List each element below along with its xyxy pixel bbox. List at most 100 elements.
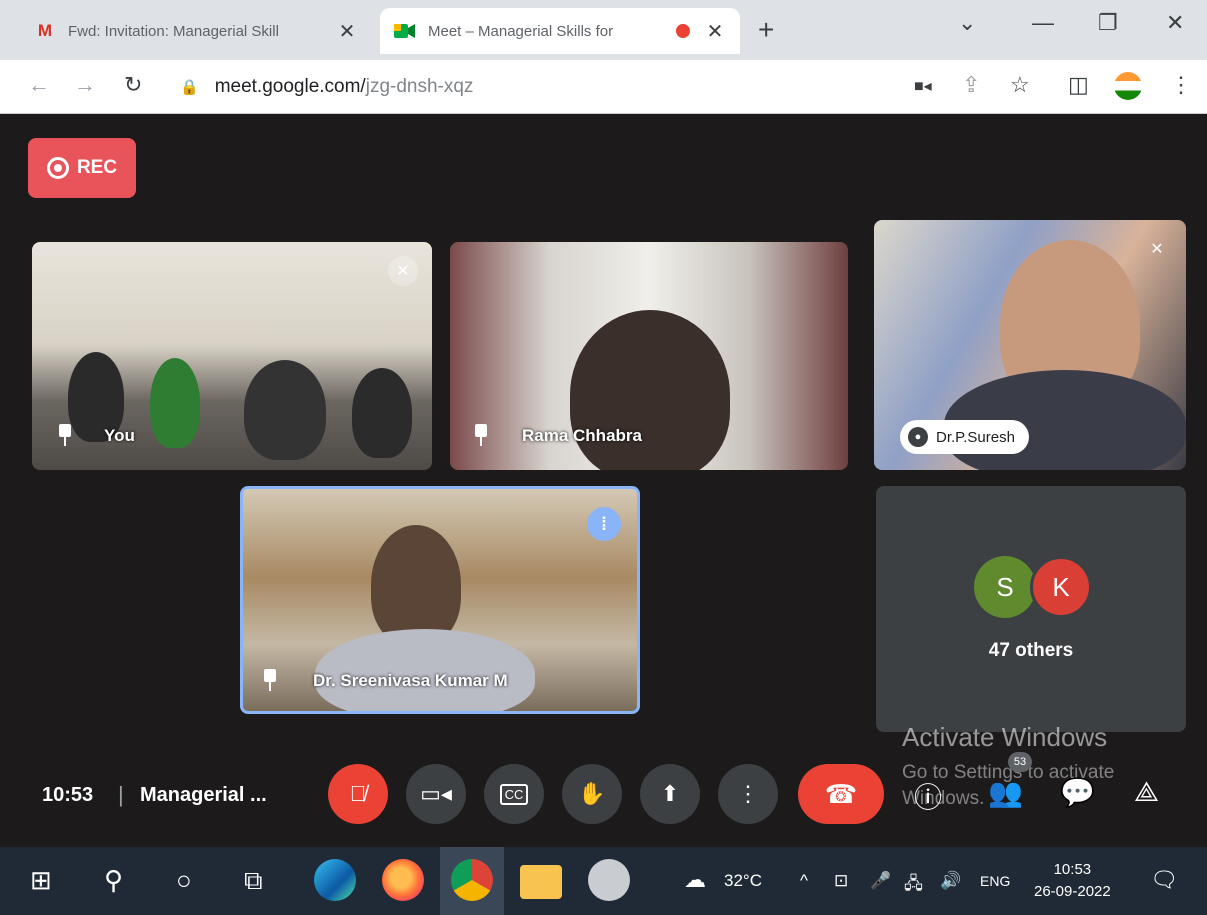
others-tile[interactable]: S K 47 others	[876, 486, 1186, 732]
bookmark-star-icon[interactable]: ☆	[1010, 72, 1030, 98]
participant-tile-rama[interactable]: Rama Chhabra	[450, 242, 848, 470]
notifications-icon[interactable]: 🗨	[1150, 867, 1178, 893]
participant-video	[570, 310, 730, 470]
volume-icon[interactable]: 🔊	[940, 871, 961, 891]
meeting-title[interactable]: Managerial ...	[140, 784, 267, 807]
pin-icon[interactable]	[261, 669, 279, 693]
divider: |	[118, 782, 124, 807]
taskbar-date: 26-09-2022	[1034, 883, 1111, 900]
meet-stage: REC ✕ You Rama Chhabra ✕ ● Dr.P.Suresh ⁞…	[0, 114, 1207, 847]
mic-muted-icon: ✕	[1150, 241, 1164, 258]
tab-meet[interactable]: Meet – Managerial Skills for ✕	[380, 8, 740, 54]
activities-icon[interactable]: ⟁	[1134, 776, 1159, 809]
presenter-chip: ● Dr.P.Suresh	[900, 420, 1029, 454]
close-tab-icon[interactable]: ✕	[336, 19, 358, 44]
weather-icon[interactable]: ☁	[684, 867, 706, 893]
participant-video	[352, 368, 412, 458]
taskbar-time: 10:53	[1053, 861, 1092, 878]
hand-icon: ✋	[578, 781, 606, 806]
tab-gmail[interactable]: M Fwd: Invitation: Managerial Skill ✕	[20, 8, 372, 54]
edge-icon[interactable]	[314, 859, 356, 901]
restore-button[interactable]: ❐	[1098, 10, 1118, 36]
forward-icon[interactable]: →	[74, 72, 96, 98]
present-icon: ⬆	[660, 781, 680, 806]
participant-video	[371, 525, 461, 645]
network-icon[interactable]: 🖧	[904, 871, 923, 900]
captions-icon: CC	[499, 783, 529, 805]
search-icon[interactable]: ⚲	[104, 865, 123, 896]
activation-watermark: Activate Windows	[902, 722, 1108, 752]
leave-call-button[interactable]: ☎	[798, 764, 884, 824]
address-bar[interactable]: 🔒 meet.google.com/jzg-dnsh-xqz	[180, 70, 900, 104]
pin-icon[interactable]	[472, 424, 490, 448]
meeting-clock: 10:53	[42, 784, 94, 806]
people-icon[interactable]: 👥	[988, 776, 1023, 809]
participant-tile-active-speaker[interactable]: ⁞ Dr. Sreenivasa Kumar M	[240, 486, 640, 714]
browser-toolbar: ← → ↻ 🔒 meet.google.com/jzg-dnsh-xqz ■◂ …	[0, 60, 1207, 114]
recording-button[interactable]: REC	[28, 138, 136, 198]
share-icon[interactable]: ⇪	[962, 72, 980, 98]
language-indicator[interactable]: ENG	[980, 873, 1010, 889]
url-host: meet.google.com/	[214, 76, 366, 97]
speaking-indicator-icon: ⁞	[587, 507, 621, 541]
present-screen-button[interactable]: ⬆	[640, 764, 700, 824]
hang-up-icon: ☎	[824, 778, 858, 809]
app-icon[interactable]	[588, 859, 630, 901]
rec-label: REC	[76, 157, 118, 178]
meeting-info-icon[interactable]: ⓘ	[914, 776, 942, 816]
tab-title: Meet – Managerial Skills for	[428, 22, 614, 40]
avatar: K	[1030, 556, 1092, 618]
chrome-icon[interactable]	[451, 859, 493, 901]
new-tab-button[interactable]: +	[758, 14, 774, 46]
camera-icon: ▭◂	[420, 781, 452, 806]
windows-start-icon[interactable]: ⊞	[30, 865, 52, 896]
side-panel-icon[interactable]: ◫	[1068, 72, 1089, 98]
gmail-icon: M	[37, 21, 53, 40]
captions-button[interactable]: CC	[484, 764, 544, 824]
close-tab-icon[interactable]: ✕	[704, 19, 726, 44]
record-icon	[46, 157, 69, 179]
taskbar-clock[interactable]: 10:53 26-09-2022	[1034, 859, 1111, 903]
minimize-button[interactable]: —	[1032, 10, 1054, 36]
participant-tile-suresh[interactable]: ✕ ● Dr.P.Suresh	[874, 220, 1186, 470]
browser-menu-icon[interactable]: ⋮	[1170, 72, 1192, 98]
participant-name: Dr.P.Suresh	[936, 428, 1015, 446]
participant-name: Dr. Sreenivasa Kumar M	[313, 671, 508, 690]
weather-temp[interactable]: 32°C	[724, 871, 762, 891]
camera-in-use-icon[interactable]: ■◂	[914, 76, 932, 96]
firefox-icon[interactable]	[382, 859, 424, 901]
microphone-icon[interactable]: 🎤	[870, 871, 891, 891]
avatar: S	[974, 556, 1036, 618]
participant-name: You	[104, 426, 135, 445]
others-count: 47 others	[988, 640, 1074, 661]
raise-hand-button[interactable]: ✋	[562, 764, 622, 824]
cortana-icon[interactable]: ○	[176, 865, 192, 896]
participant-video	[150, 358, 200, 448]
meet-icon	[394, 22, 416, 40]
tab-title: Fwd: Invitation: Managerial Skill	[68, 22, 279, 40]
url-path: jzg-dnsh-xqz	[365, 76, 474, 97]
lock-icon: 🔒	[180, 79, 199, 96]
tab-search-icon[interactable]: ⌄	[958, 10, 976, 36]
tray-expand-icon[interactable]: ^	[800, 871, 808, 891]
mic-toggle-button[interactable]: 🎙̸	[328, 764, 388, 824]
mic-off-icon: 🎙̸	[349, 781, 367, 806]
recording-indicator-icon	[676, 24, 690, 38]
pin-icon[interactable]	[56, 424, 74, 448]
back-icon[interactable]: ←	[28, 72, 50, 98]
reload-icon[interactable]: ↻	[124, 72, 142, 98]
browser-tab-strip: M Fwd: Invitation: Managerial Skill ✕ Me…	[0, 0, 1207, 60]
chat-icon[interactable]: 💬	[1060, 776, 1095, 809]
mic-muted-icon: ✕	[388, 256, 418, 286]
close-window-button[interactable]: ✕	[1166, 10, 1184, 36]
task-view-icon[interactable]: ⧉	[244, 865, 263, 897]
more-vert-icon: ⋮	[737, 781, 759, 806]
participant-tile-you[interactable]: ✕ You	[32, 242, 432, 470]
camera-toggle-button[interactable]: ▭◂	[406, 764, 466, 824]
people-count-badge: 53	[1008, 752, 1032, 772]
meet-tray-icon[interactable]: ⊡	[834, 871, 848, 891]
file-explorer-icon[interactable]	[520, 865, 562, 899]
person-icon: ●	[908, 427, 928, 447]
profile-avatar[interactable]	[1114, 72, 1142, 100]
more-options-button[interactable]: ⋮	[718, 764, 778, 824]
